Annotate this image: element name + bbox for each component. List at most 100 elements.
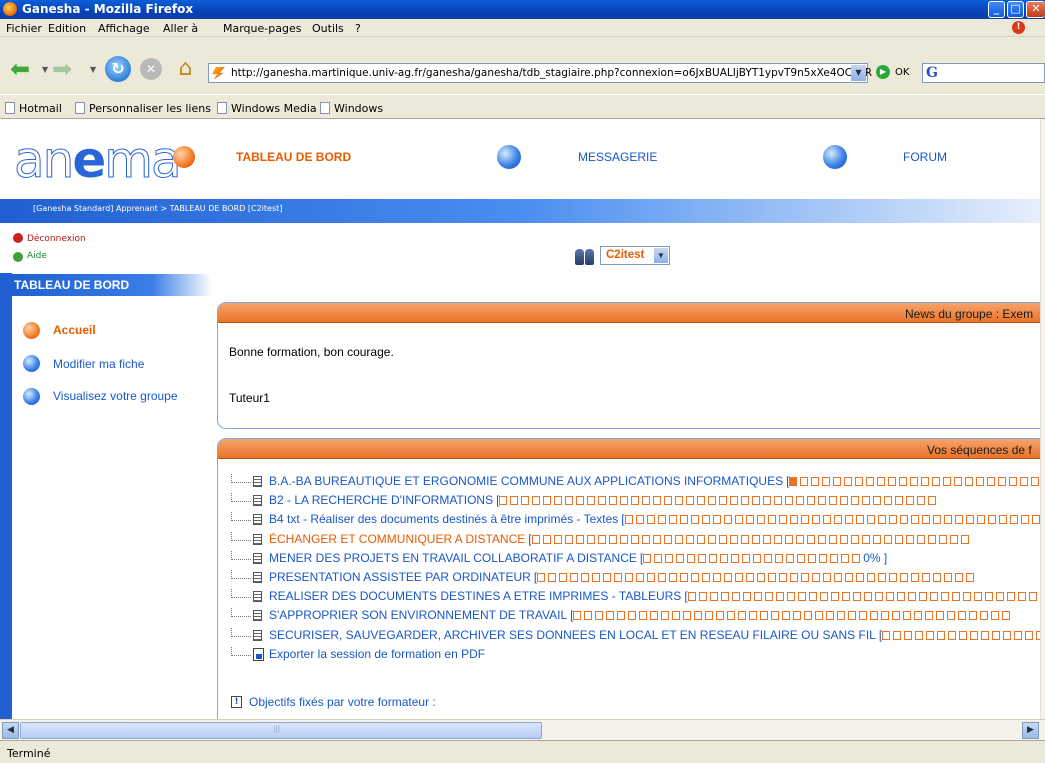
- menu-affichage[interactable]: Affichage: [98, 22, 150, 35]
- progress-cell: [960, 535, 969, 544]
- progress-cell: [998, 477, 1007, 486]
- sequence-link[interactable]: B.A.-BA BUREAUTIQUE ET ERGONOMIE COMMUNE…: [269, 474, 783, 488]
- progress-cell: [877, 477, 886, 486]
- back-history-dropdown[interactable]: ▼: [42, 65, 48, 74]
- progress-cell: [510, 496, 519, 505]
- scroll-right-button[interactable]: ▶: [1022, 722, 1039, 739]
- progress-cell: [987, 477, 996, 486]
- progress-cell: [740, 535, 749, 544]
- progress-cell: [932, 477, 941, 486]
- progress-cell: [992, 631, 1001, 640]
- progress-cell: [724, 573, 733, 582]
- progress-cell: [764, 592, 773, 601]
- sequence-link[interactable]: REALISER DES DOCUMENTS DESTINES A ETRE I…: [269, 589, 681, 603]
- sequence-link[interactable]: SECURISER, SAUVEGARDER, ARCHIVER SES DON…: [269, 628, 876, 642]
- url-dropdown-icon[interactable]: ▼: [851, 65, 866, 81]
- progress-cell: [921, 515, 930, 524]
- progress-cell: [907, 592, 916, 601]
- vertical-scrollbar[interactable]: [1040, 119, 1045, 719]
- scroll-thumb[interactable]: [20, 722, 542, 739]
- home-icon[interactable]: ⌂: [172, 55, 199, 82]
- group-icon: [575, 249, 595, 265]
- progress-cell: [882, 631, 891, 640]
- close-button[interactable]: ✕: [1026, 1, 1045, 18]
- progress-cell: [570, 573, 579, 582]
- nav-messagerie[interactable]: MESSAGERIE: [578, 150, 657, 164]
- bookmark-windows[interactable]: Windows: [320, 102, 383, 115]
- minimize-button[interactable]: _: [988, 1, 1005, 18]
- search-input[interactable]: G: [922, 63, 1045, 83]
- progress-cell: [650, 611, 659, 620]
- progress-cell: [786, 592, 795, 601]
- progress-cell: [1009, 515, 1018, 524]
- sidebar-item-visualisez-groupe[interactable]: Visualisez votre groupe: [53, 389, 178, 403]
- sequence-link[interactable]: B4 txt - Réaliser des documents destinés…: [269, 512, 618, 526]
- forward-history-dropdown[interactable]: ▼: [90, 65, 96, 74]
- progress-cell: [893, 631, 902, 640]
- progress-cell: [944, 573, 953, 582]
- horizontal-scrollbar[interactable]: ◀ ▶: [0, 719, 1045, 740]
- sequence-link[interactable]: MENER DES PROJETS EN TRAVAIL COLLABORATI…: [269, 551, 637, 565]
- sequence-row-content: ÉCHANGER ET COMMUNIQUER A DISTANCE[: [269, 532, 972, 546]
- progress-cell: [665, 554, 674, 563]
- reload-icon[interactable]: ↻: [105, 56, 131, 82]
- progress-cell: [775, 554, 784, 563]
- progress-cell: [774, 496, 783, 505]
- progress-cell: [603, 573, 612, 582]
- progress-bar: [: [786, 474, 1045, 488]
- stop-icon[interactable]: ✕: [140, 58, 162, 80]
- progress-cell: [707, 535, 716, 544]
- sidebar-item-modifier-fiche[interactable]: Modifier ma fiche: [53, 357, 144, 371]
- menu-outils[interactable]: Outils: [312, 22, 344, 35]
- progress-cell: [815, 611, 824, 620]
- progress-cell: [856, 573, 865, 582]
- group-select[interactable]: C2itest ▼: [600, 246, 670, 265]
- progress-cell: [852, 554, 861, 563]
- scroll-left-button[interactable]: ◀: [2, 722, 19, 739]
- bookmark-personnaliser[interactable]: Personnaliser les liens: [75, 102, 211, 115]
- logout-link[interactable]: Déconnexion: [27, 234, 86, 244]
- help-link[interactable]: Aide: [27, 251, 47, 261]
- chevron-down-icon[interactable]: ▼: [654, 248, 668, 263]
- nav-tableau-de-bord[interactable]: TABLEAU DE BORD: [236, 150, 351, 164]
- progress-cell: [998, 515, 1007, 524]
- progress-bar: [0% ]: [639, 551, 888, 565]
- progress-cell: [676, 554, 685, 563]
- menu-aller[interactable]: Aller à: [163, 22, 198, 35]
- progress-cell: [900, 573, 909, 582]
- progress-cell: [639, 611, 648, 620]
- url-bar[interactable]: http://ganesha.martinique.univ-ag.fr/gan…: [208, 63, 872, 83]
- progress-cell: [863, 592, 872, 601]
- progress-cell: [705, 611, 714, 620]
- menu-fichier[interactable]: Fichier: [6, 22, 42, 35]
- sequence-link[interactable]: PRESENTATION ASSISTEE PAR ORDINATEUR: [269, 570, 531, 584]
- progress-cell: [844, 477, 853, 486]
- sequence-link[interactable]: ÉCHANGER ET COMMUNIQUER A DISTANCE: [269, 532, 525, 546]
- back-button-icon[interactable]: ⬅: [10, 57, 40, 81]
- go-button[interactable]: OK: [895, 67, 909, 78]
- tree-branch: [231, 532, 251, 541]
- menu-marque-pages[interactable]: Marque-pages: [223, 22, 301, 35]
- progress-cell: [888, 515, 897, 524]
- nav-forum[interactable]: FORUM: [903, 150, 947, 164]
- menu-help[interactable]: ?: [355, 22, 361, 35]
- progress-cell: [735, 573, 744, 582]
- bookmark-hotmail[interactable]: Hotmail: [5, 102, 62, 115]
- menu-edition[interactable]: Edition: [48, 22, 86, 35]
- progress-cell: [954, 477, 963, 486]
- maximize-button[interactable]: □: [1007, 1, 1024, 18]
- sidebar-item-accueil[interactable]: Accueil: [53, 323, 96, 337]
- sequence-link[interactable]: S'APPROPRIER SON ENVIRONNEMENT DE TRAVAI…: [269, 608, 567, 622]
- go-icon[interactable]: ▶: [876, 65, 890, 79]
- export-pdf-link[interactable]: Exporter la session de formation en PDF: [269, 647, 485, 661]
- forward-button-icon[interactable]: ➡: [52, 57, 74, 81]
- progress-cell: [940, 592, 949, 601]
- progress-cell: [532, 496, 541, 505]
- bookmark-windows-media[interactable]: Windows Media: [217, 102, 317, 115]
- progress-cell: [845, 573, 854, 582]
- progress-cell: [884, 496, 893, 505]
- progress-cell: [587, 496, 596, 505]
- progress-cell: [598, 496, 607, 505]
- progress-cell: [553, 535, 562, 544]
- sequence-link[interactable]: B2 - LA RECHERCHE D'INFORMATIONS: [269, 493, 493, 507]
